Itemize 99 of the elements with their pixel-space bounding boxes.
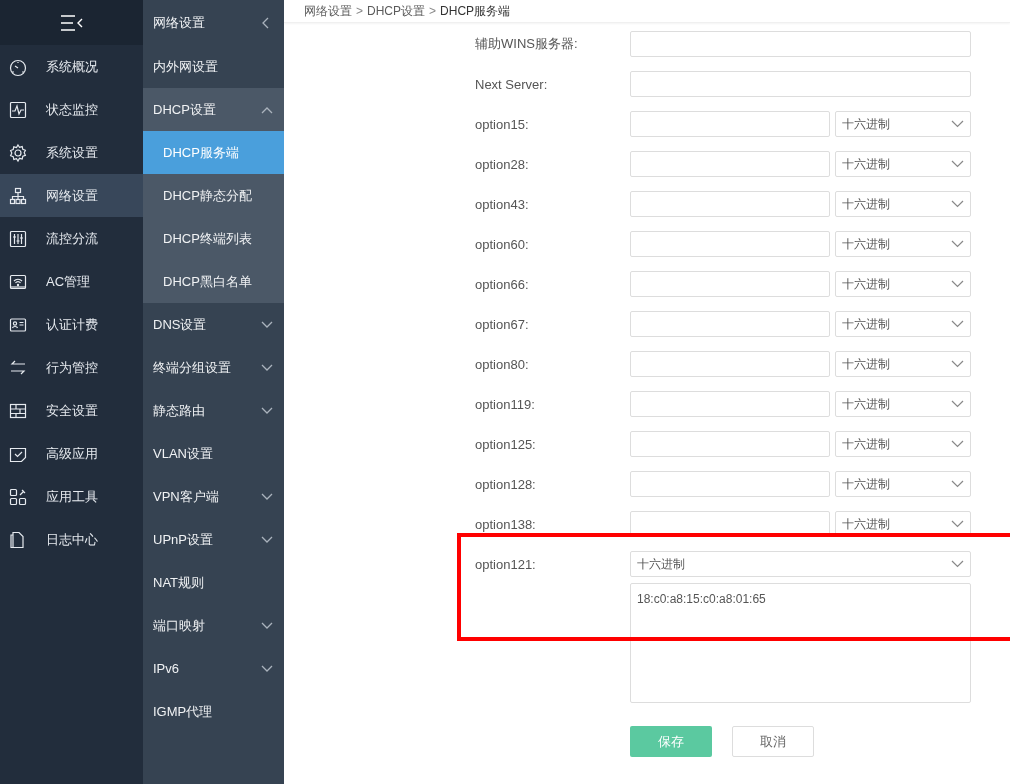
collapse-icon <box>262 16 270 29</box>
field-label: option67: <box>475 315 530 334</box>
breadcrumb-link[interactable]: DHCP设置 <box>367 2 426 20</box>
sub-nav-group[interactable]: 终端分组设置 <box>143 346 284 389</box>
input-field[interactable] <box>630 471 830 497</box>
cancel-button[interactable]: 取消 <box>732 726 814 757</box>
format-dropdown[interactable]: 十六进制 <box>835 271 971 297</box>
input-field[interactable] <box>630 191 830 217</box>
field-label: option80: <box>475 355 530 374</box>
main-nav-item[interactable]: 系统设置 <box>0 131 143 174</box>
main-nav-item[interactable]: 状态监控 <box>0 88 143 131</box>
field-label: option125: <box>475 435 537 454</box>
main-nav-item[interactable]: 应用工具 <box>0 475 143 518</box>
sub-nav-group[interactable]: DNS设置 <box>143 303 284 346</box>
field-label: 辅助WINS服务器: <box>475 35 579 53</box>
sub-nav-item[interactable]: NAT规则 <box>143 561 284 604</box>
input-field[interactable] <box>630 231 830 257</box>
breadcrumb-separator: > <box>356 4 363 18</box>
format-dropdown[interactable]: 十六进制 <box>835 311 971 337</box>
sub-nav-group[interactable]: IPv6 <box>143 647 284 690</box>
chevron-icon <box>951 560 964 568</box>
input-field[interactable] <box>630 31 971 57</box>
nav-icon <box>8 142 28 163</box>
sub-nav-item[interactable]: DHCP黑白名单 <box>143 260 284 303</box>
chevron-icon <box>261 320 273 329</box>
field-label: option128: <box>475 475 537 494</box>
main-nav-item[interactable]: 高级应用 <box>0 432 143 475</box>
chevron-icon <box>951 240 964 248</box>
sub-nav-item[interactable]: DHCP终端列表 <box>143 217 284 260</box>
chevron-icon <box>951 200 964 208</box>
main-nav-item[interactable]: 流控分流 <box>0 217 143 260</box>
sub-nav-item[interactable]: IGMP代理 <box>143 690 284 733</box>
format-dropdown[interactable]: 十六进制 <box>835 191 971 217</box>
nav-icon <box>8 99 28 120</box>
sub-nav-item[interactable]: VLAN设置 <box>143 432 284 475</box>
nav-icon <box>8 185 28 206</box>
breadcrumb-link[interactable]: 网络设置 <box>304 2 352 20</box>
field-label: option43: <box>475 195 530 214</box>
format-dropdown[interactable]: 十六进制 <box>835 351 971 377</box>
main-nav-item[interactable]: 认证计费 <box>0 303 143 346</box>
input-field[interactable] <box>630 351 830 377</box>
sub-nav-group[interactable]: 端口映射 <box>143 604 284 647</box>
chevron-icon <box>261 363 273 372</box>
format-dropdown[interactable]: 十六进制 <box>835 471 971 497</box>
text-area[interactable]: 18:c0:a8:15:c0:a8:01:65 <box>630 583 971 703</box>
chevron-icon <box>261 492 273 501</box>
field-label: option28: <box>475 155 530 174</box>
input-field[interactable] <box>630 431 830 457</box>
format-dropdown[interactable]: 十六进制 <box>835 431 971 457</box>
sub-nav-item[interactable]: DHCP静态分配 <box>143 174 284 217</box>
main-nav-item[interactable]: 网络设置 <box>0 174 143 217</box>
field-label: option138: <box>475 515 537 534</box>
nav-icon <box>8 486 28 507</box>
chevron-icon <box>261 621 273 630</box>
sub-nav-title[interactable]: 网络设置 <box>143 0 284 45</box>
chevron-icon <box>261 105 273 114</box>
menu-icon[interactable] <box>58 13 85 32</box>
chevron-icon <box>951 520 964 528</box>
chevron-icon <box>951 160 964 168</box>
chevron-icon <box>951 280 964 288</box>
main-nav-item[interactable]: 行为管控 <box>0 346 143 389</box>
field-label: option15: <box>475 115 530 134</box>
chevron-icon <box>261 535 273 544</box>
chevron-icon <box>951 480 964 488</box>
sub-nav-group[interactable]: DHCP设置 <box>143 88 284 131</box>
input-field[interactable] <box>630 391 830 417</box>
main-nav-item[interactable]: AC管理 <box>0 260 143 303</box>
format-dropdown[interactable]: 十六进制 <box>630 551 971 577</box>
chevron-icon <box>951 120 964 128</box>
breadcrumb-separator: > <box>429 4 437 18</box>
sub-nav-group[interactable]: VPN客户端 <box>143 475 284 518</box>
field-label: option60: <box>475 235 530 254</box>
chevron-icon <box>951 440 964 448</box>
chevron-icon <box>261 406 273 415</box>
input-field[interactable] <box>630 311 830 337</box>
input-field[interactable] <box>630 71 971 97</box>
breadcrumb-current: DHCP服务端 <box>440 2 511 20</box>
format-dropdown[interactable]: 十六进制 <box>835 231 971 257</box>
format-dropdown[interactable]: 十六进制 <box>835 391 971 417</box>
chevron-icon <box>951 320 964 328</box>
main-nav-item[interactable]: 安全设置 <box>0 389 143 432</box>
chevron-icon <box>951 360 964 368</box>
input-field[interactable] <box>630 151 830 177</box>
sub-nav-group[interactable]: 静态路由 <box>143 389 284 432</box>
format-dropdown[interactable]: 十六进制 <box>835 151 971 177</box>
field-label: option119: <box>475 395 536 414</box>
field-label: Next Server: <box>475 75 549 94</box>
sub-nav-group[interactable]: UPnP设置 <box>143 518 284 561</box>
input-field[interactable] <box>630 111 830 137</box>
main-nav-item[interactable]: 日志中心 <box>0 518 143 561</box>
chevron-icon <box>951 400 964 408</box>
main-nav-item[interactable]: 系统概况 <box>0 45 143 88</box>
input-field[interactable] <box>630 271 830 297</box>
format-dropdown[interactable]: 十六进制 <box>835 111 971 137</box>
field-label: option66: <box>475 275 530 294</box>
sub-nav-item[interactable]: 内外网设置 <box>143 45 284 88</box>
chevron-icon <box>261 664 273 673</box>
field-label: option121: <box>475 555 537 574</box>
nav-icon <box>8 228 28 249</box>
